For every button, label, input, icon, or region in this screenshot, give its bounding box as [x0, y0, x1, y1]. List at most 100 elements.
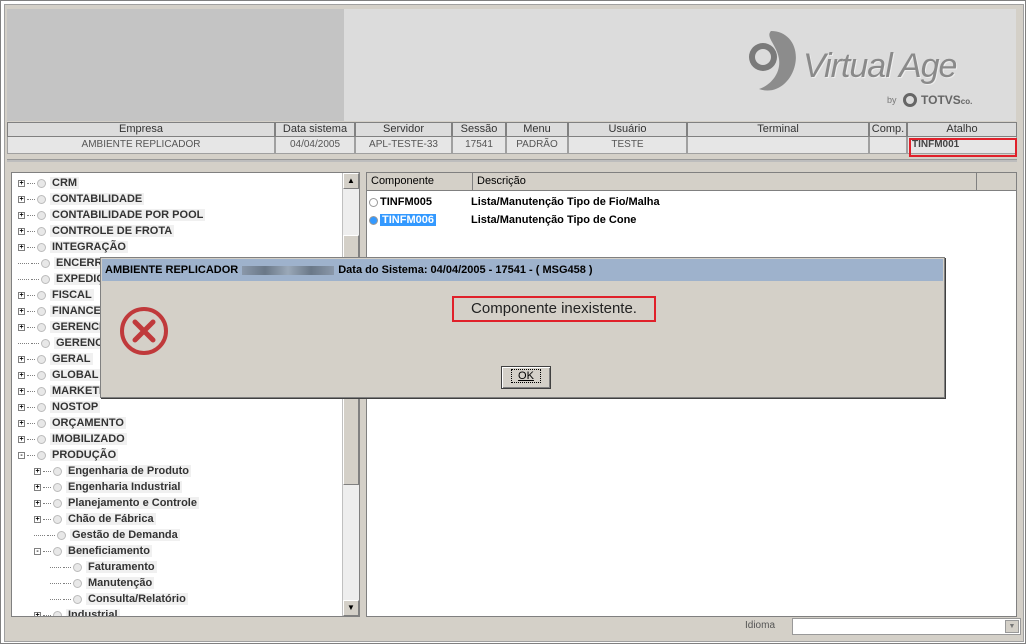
tree-item[interactable]: + CRM — [18, 175, 80, 191]
component-code-cell: TINFM006 — [369, 212, 471, 228]
node-icon — [53, 610, 62, 616]
tree-item[interactable]: + ORÇAMENTO — [18, 415, 126, 431]
expand-icon[interactable]: + — [34, 611, 41, 616]
expand-icon[interactable]: + — [18, 371, 25, 379]
tree-item[interactable]: + Engenharia Industrial — [34, 479, 183, 495]
partner-name: TOTVS — [921, 93, 961, 107]
tree-line — [27, 198, 35, 200]
list-item[interactable]: TINFM005 Lista/Manutenção Tipo de Fio/Mal… — [369, 194, 660, 210]
tree-item[interactable]: Gestão de Demanda — [34, 527, 180, 543]
tree-line — [50, 598, 61, 600]
expand-icon[interactable]: + — [18, 387, 25, 395]
tree-line — [27, 422, 35, 424]
tree-item[interactable]: + INTEGRAÇÃO — [18, 239, 128, 255]
node-icon — [37, 354, 46, 364]
tree-item[interactable]: + GERENCIA — [18, 319, 113, 335]
expand-icon[interactable]: + — [18, 179, 25, 187]
expand-icon[interactable]: + — [18, 419, 25, 427]
expand-icon[interactable]: + — [34, 515, 41, 523]
info-usuario: Usuário TESTE — [568, 122, 687, 156]
tree-item-label: Consulta/Relatório — [86, 593, 188, 605]
tree-item[interactable]: + GERAL — [18, 351, 93, 367]
node-icon — [37, 370, 46, 380]
tree-line — [47, 534, 55, 536]
expand-icon[interactable]: + — [34, 483, 41, 491]
tree-item-label: Chão de Fábrica — [66, 513, 156, 525]
expand-icon[interactable]: + — [18, 403, 25, 411]
tree-line — [63, 598, 71, 600]
tree-item[interactable]: + CONTABILIDADE — [18, 191, 145, 207]
node-icon — [53, 546, 62, 556]
expand-icon[interactable]: + — [34, 467, 41, 475]
tree-item[interactable]: + CONTROLE DE FROTA — [18, 223, 175, 239]
tree-line — [43, 518, 51, 520]
tree-item-label: Manutenção — [86, 577, 155, 589]
tree-item[interactable]: + Industrial — [34, 607, 120, 616]
tree-item[interactable]: Manutenção — [50, 575, 155, 591]
tree-item[interactable]: + Chão de Fábrica — [34, 511, 156, 527]
tree-item[interactable]: - PRODUÇÃO — [18, 447, 119, 463]
expand-icon[interactable]: + — [18, 307, 25, 315]
expand-icon[interactable]: + — [18, 243, 25, 251]
expand-icon[interactable]: + — [34, 499, 41, 507]
tree-item[interactable]: + GLOBAL — [18, 367, 101, 383]
info-value — [869, 137, 907, 154]
totvs-mark-icon — [903, 93, 917, 107]
node-icon — [37, 178, 46, 188]
tree-item[interactable]: + FISCAL — [18, 287, 94, 303]
tree-item[interactable]: + NOSTOP — [18, 399, 101, 415]
tree-item[interactable]: + MARKETIN — [18, 383, 113, 399]
ok-button[interactable]: OK — [501, 366, 551, 389]
language-select[interactable]: ▼ — [792, 618, 1021, 635]
list-header: Componente Descrição — [367, 173, 1016, 191]
tree-item[interactable]: Faturamento — [50, 559, 157, 575]
collapse-icon[interactable]: - — [18, 451, 25, 459]
tree-line — [34, 534, 45, 536]
tree-line — [31, 342, 39, 344]
tree-line — [27, 230, 35, 232]
tree-line — [27, 246, 35, 248]
node-icon — [37, 290, 46, 300]
shortcut-highlight — [909, 138, 1017, 157]
expand-icon[interactable]: + — [18, 435, 25, 443]
tree-line — [43, 502, 51, 504]
tree-item-label: PRODUÇÃO — [50, 449, 119, 461]
expand-icon[interactable]: + — [18, 323, 25, 331]
scroll-up-icon[interactable]: ▲ — [343, 173, 359, 189]
scroll-down-icon[interactable]: ▼ — [343, 600, 359, 616]
selected-item-icon — [369, 215, 378, 225]
tree-line — [18, 262, 29, 264]
info-header: Menu — [506, 122, 568, 137]
node-icon — [37, 402, 46, 412]
tree-item[interactable]: + CONTABILIDADE POR POOL — [18, 207, 206, 223]
tree-item[interactable]: Consulta/Relatório — [50, 591, 188, 607]
info-empresa: Empresa AMBIENTE REPLICADOR — [7, 122, 275, 156]
info-value: PADRÃO — [506, 137, 568, 154]
tree-item[interactable]: + Engenharia de Produto — [34, 463, 192, 479]
expand-icon[interactable]: + — [18, 211, 25, 219]
error-icon — [120, 307, 168, 355]
node-icon — [73, 562, 82, 572]
expand-icon[interactable]: + — [18, 195, 25, 203]
tree-item-label: Engenharia Industrial — [66, 481, 183, 493]
tree-item[interactable]: + Planejamento e Controle — [34, 495, 199, 511]
language-label: Idioma — [745, 620, 776, 631]
tree-line — [27, 454, 35, 456]
column-header-descricao[interactable]: Descrição — [473, 173, 977, 191]
tree-line — [50, 582, 61, 584]
tree-item-label: NOSTOP — [50, 401, 101, 413]
info-sessao: Sessão 17541 — [452, 122, 506, 156]
radio-icon — [369, 197, 378, 207]
column-header-componente[interactable]: Componente — [367, 173, 473, 191]
expand-icon[interactable]: + — [18, 291, 25, 299]
node-icon — [73, 594, 82, 604]
list-item[interactable]: TINFM006 Lista/Manutenção Tipo de Cone — [369, 212, 636, 228]
tree-item[interactable]: - Beneficiamento — [34, 543, 152, 559]
expand-icon[interactable]: + — [18, 355, 25, 363]
tree-item[interactable]: + IMOBILIZADO — [18, 431, 127, 447]
expand-icon[interactable]: + — [18, 227, 25, 235]
collapse-icon[interactable]: - — [34, 547, 41, 555]
info-header: Empresa — [7, 122, 275, 137]
node-icon — [53, 498, 62, 508]
chevron-down-icon[interactable]: ▼ — [1005, 620, 1019, 633]
